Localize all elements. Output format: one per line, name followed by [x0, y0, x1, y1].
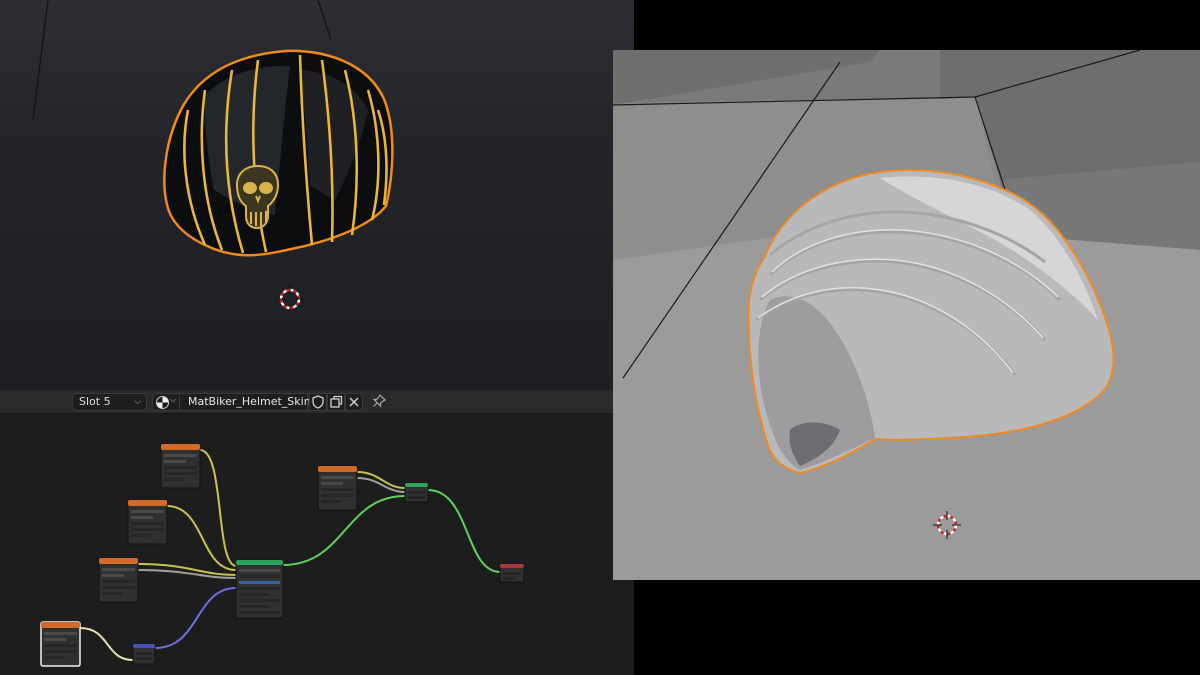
3d-cursor-icon	[276, 285, 304, 313]
viewport-material-preview[interactable]	[0, 0, 634, 390]
duplicate-material-button[interactable]	[327, 393, 345, 411]
image-texture-node	[98, 557, 139, 603]
image-texture-node	[127, 499, 168, 545]
node-link	[79, 627, 134, 661]
node-link	[199, 449, 237, 567]
image-texture-node	[317, 465, 358, 511]
pin-icon	[372, 393, 387, 408]
viewport-scene	[32, 0, 394, 313]
chevron-down-icon: ⌵	[169, 395, 176, 404]
mix-shader-node	[404, 482, 429, 503]
close-icon	[349, 397, 359, 407]
material-slot-dropdown[interactable]: Slot 5 ⌵	[72, 393, 147, 411]
viewport-scene	[613, 50, 1200, 580]
image-texture-node-selected	[40, 621, 81, 667]
chevron-down-icon: ⌵	[134, 397, 141, 407]
node-graph	[40, 443, 525, 667]
duplicate-icon	[330, 395, 343, 408]
room-edge-line	[317, 0, 332, 41]
fake-user-button[interactable]	[309, 393, 327, 411]
node-link	[154, 587, 237, 649]
browse-material-button[interactable]: ⌵	[152, 393, 180, 411]
node-links	[79, 449, 501, 661]
shield-icon	[312, 395, 324, 409]
image-texture-node	[160, 443, 201, 489]
unlink-material-button[interactable]	[345, 393, 363, 411]
node-editor-header: Slot 5 ⌵ ⌵ MatBiker_Helmet_Skin5	[0, 390, 634, 414]
material-output-node	[499, 563, 525, 583]
pin-button[interactable]	[370, 393, 388, 411]
material-sphere-icon	[156, 396, 169, 409]
material-name-field[interactable]: MatBiker_Helmet_Skin5	[180, 393, 318, 411]
node-link	[166, 505, 237, 571]
node-editor-canvas[interactable]	[0, 414, 634, 675]
principled-bsdf-node	[235, 559, 284, 619]
viewport-solid[interactable]	[613, 50, 1200, 580]
node-link	[427, 489, 501, 573]
node-link	[356, 471, 406, 489]
material-slot-value: Slot 5	[79, 395, 111, 408]
room-edge-line	[32, 0, 49, 121]
normal-map-node	[132, 643, 156, 665]
